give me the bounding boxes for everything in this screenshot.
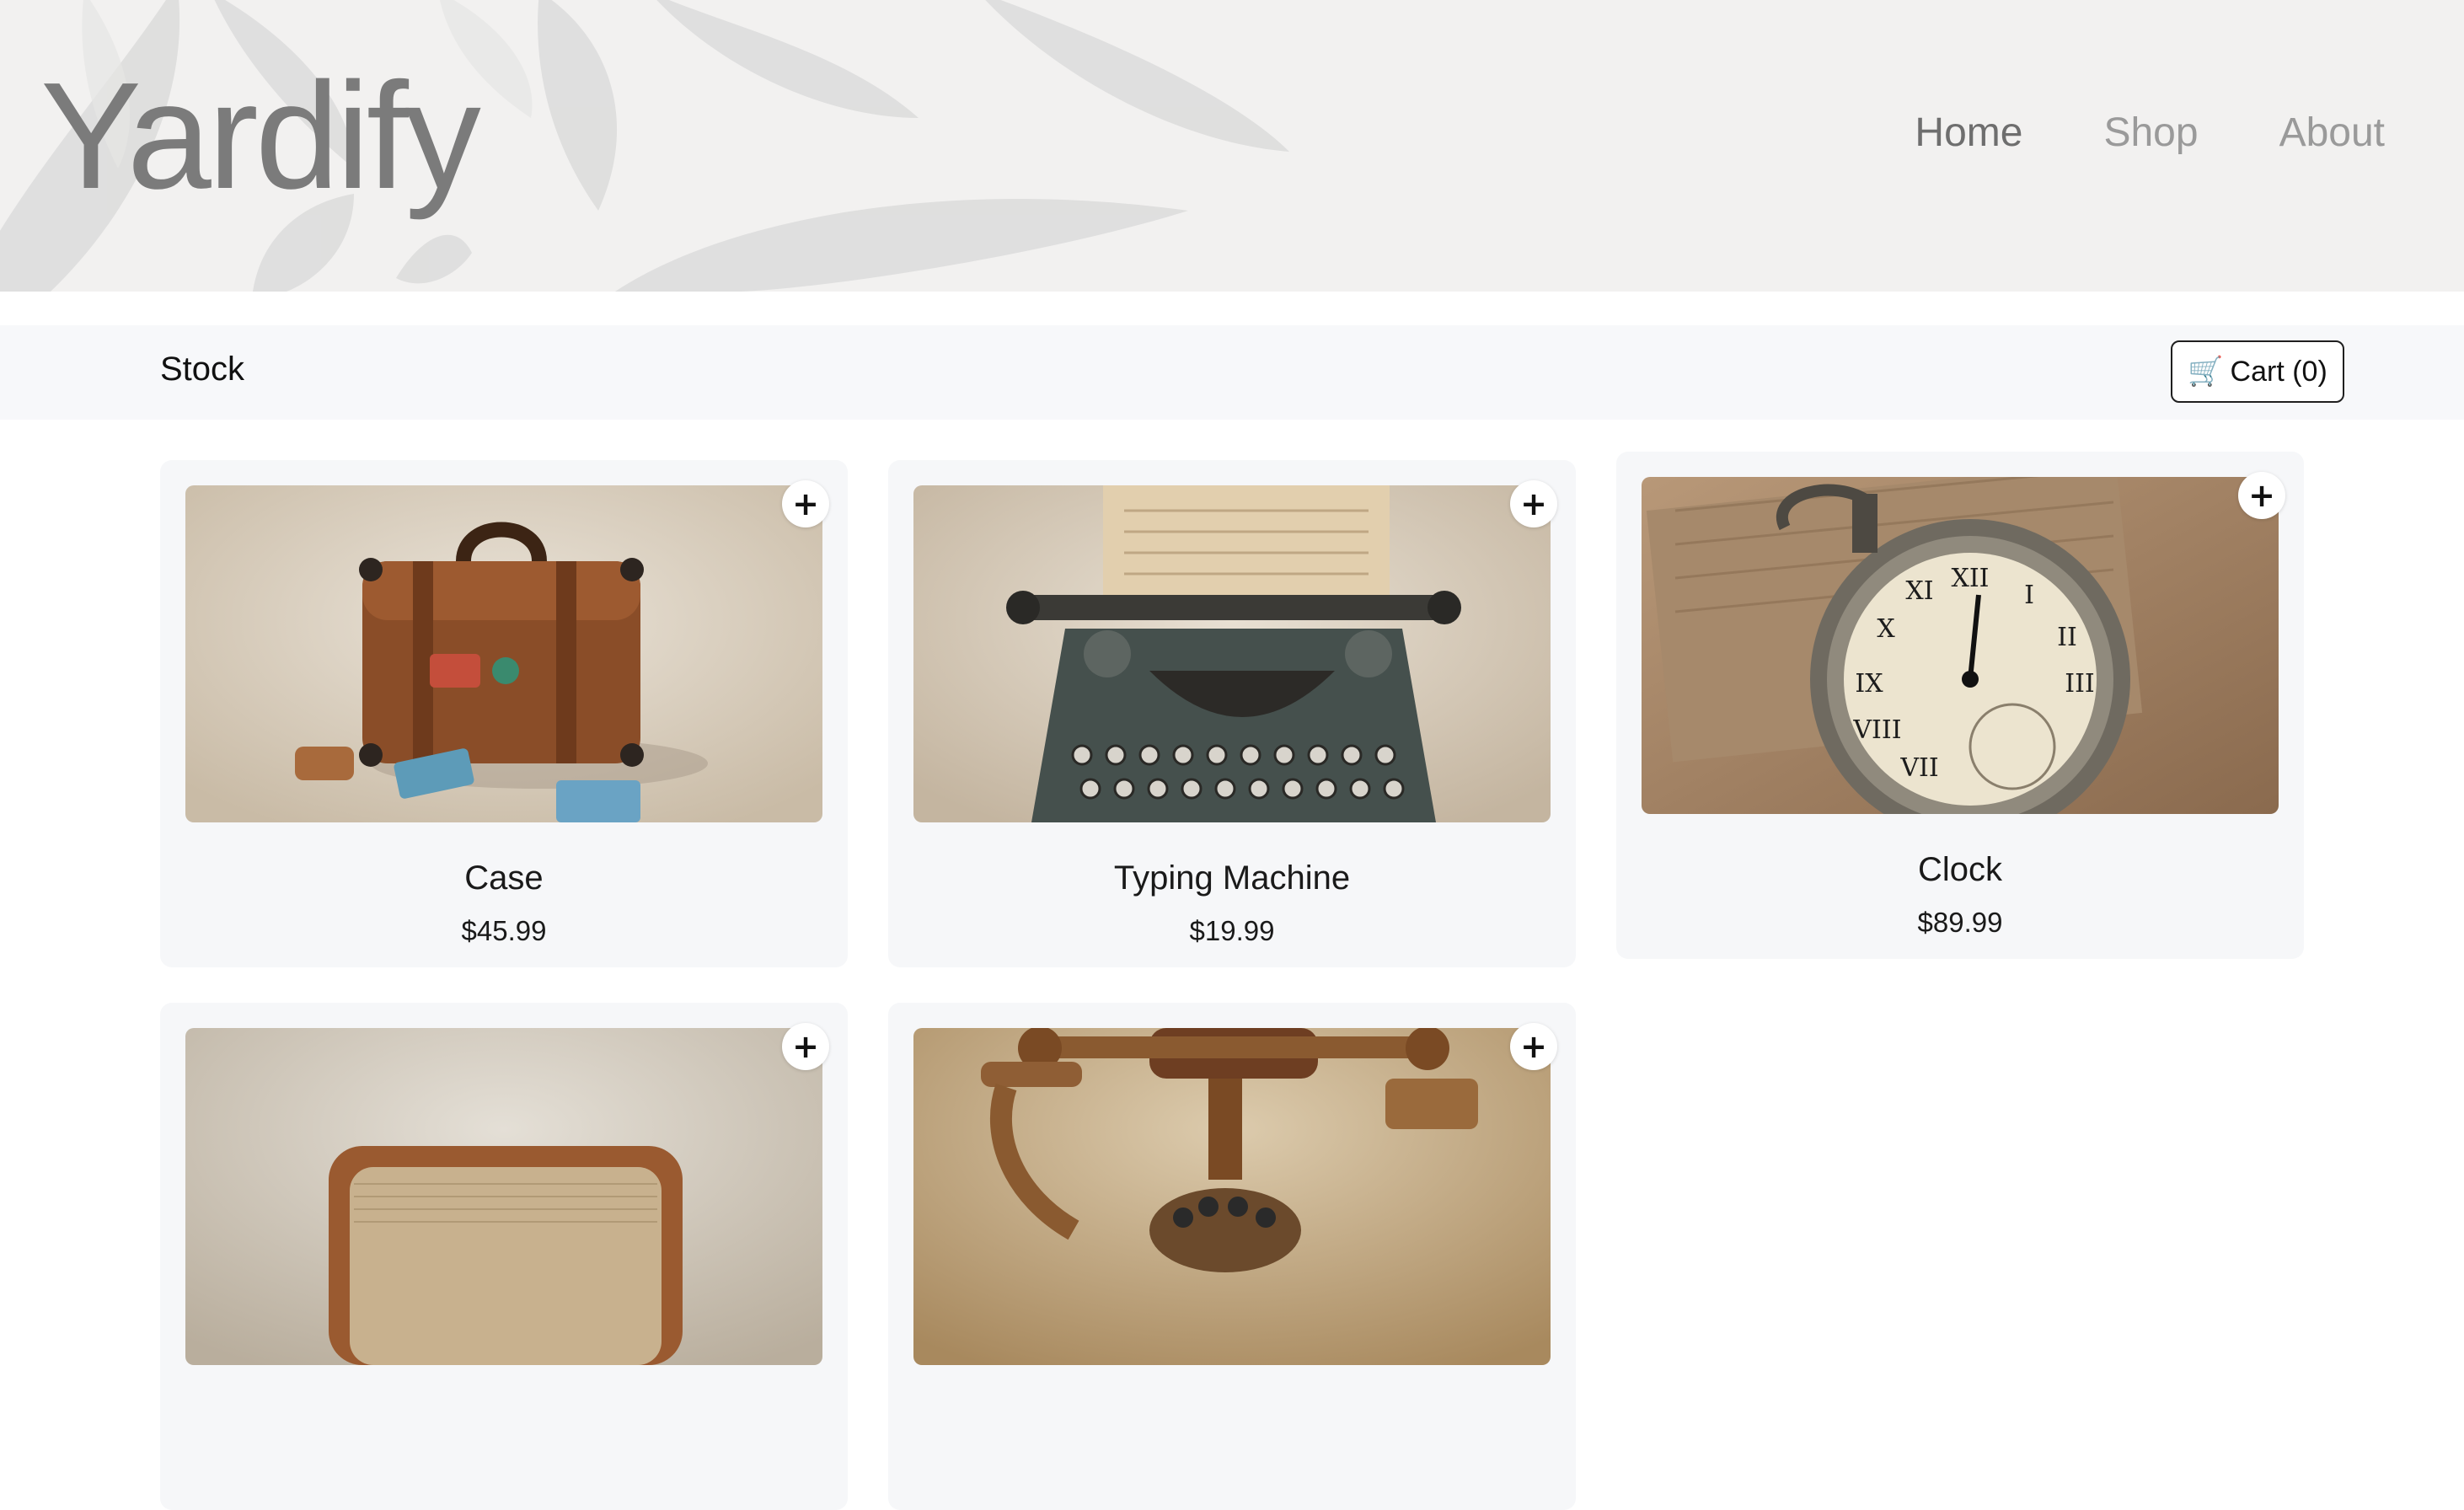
main-nav: Home Shop About <box>1915 110 2385 156</box>
stock-bar: Stock 🛒 Cart (0) <box>0 325 2464 420</box>
nav-home[interactable]: Home <box>1915 110 2022 156</box>
product-image-radio[interactable] <box>185 1028 822 1365</box>
product-image-clock[interactable]: XII I II III IX X XI VII VIII <box>1642 477 2279 814</box>
product-image-telephone[interactable] <box>913 1028 1551 1365</box>
shopping-cart-icon: 🛒 <box>2188 356 2224 388</box>
cart-label: Cart (0) <box>2230 355 2327 388</box>
product-price: $89.99 <box>1917 907 2003 938</box>
product-card-case[interactable]: + Case $45.99 <box>160 460 848 967</box>
brand-logo[interactable]: Yardify <box>40 61 481 212</box>
add-to-cart-button[interactable]: + <box>1510 1023 1557 1070</box>
stock-title: Stock <box>160 351 245 388</box>
product-image-typing-machine[interactable] <box>913 485 1551 822</box>
product-name: Clock <box>1917 851 2003 888</box>
cart-button[interactable]: 🛒 Cart (0) <box>2171 340 2344 403</box>
svg-text:XII: XII <box>1951 564 1989 593</box>
nav-shop[interactable]: Shop <box>2103 110 2198 156</box>
product-price: $19.99 <box>1189 915 1275 946</box>
add-to-cart-button[interactable]: + <box>782 480 829 527</box>
add-to-cart-button[interactable]: + <box>782 1023 829 1070</box>
nav-about[interactable]: About <box>2279 110 2385 156</box>
svg-text:III: III <box>2065 669 2095 699</box>
svg-text:II: II <box>2057 623 2077 652</box>
product-price: $45.99 <box>461 915 547 946</box>
svg-text:X: X <box>1877 614 1895 644</box>
product-card-clock[interactable]: XII I II III IX X XI VII VIII + Clock $89.99 <box>1616 452 2304 959</box>
add-to-cart-button[interactable]: + <box>2238 472 2285 519</box>
product-card-radio[interactable]: + <box>160 1003 848 1510</box>
product-name: Typing Machine <box>1113 859 1351 897</box>
product-card-telephone[interactable]: + <box>888 1003 1576 1510</box>
svg-text:IX: IX <box>1855 669 1883 699</box>
product-image-case[interactable] <box>185 485 822 822</box>
product-card-typing-machine[interactable]: + Typing Machine $19.99 <box>888 460 1576 967</box>
svg-text:VII: VII <box>1899 753 1938 783</box>
product-name: Case <box>464 859 544 897</box>
add-to-cart-button[interactable]: + <box>1510 480 1557 527</box>
svg-text:I: I <box>2024 581 2034 610</box>
svg-text:VIII: VIII <box>1852 715 1901 745</box>
svg-text:XI: XI <box>1905 576 1933 606</box>
hero-header: Yardify Home Shop About <box>0 0 2464 292</box>
